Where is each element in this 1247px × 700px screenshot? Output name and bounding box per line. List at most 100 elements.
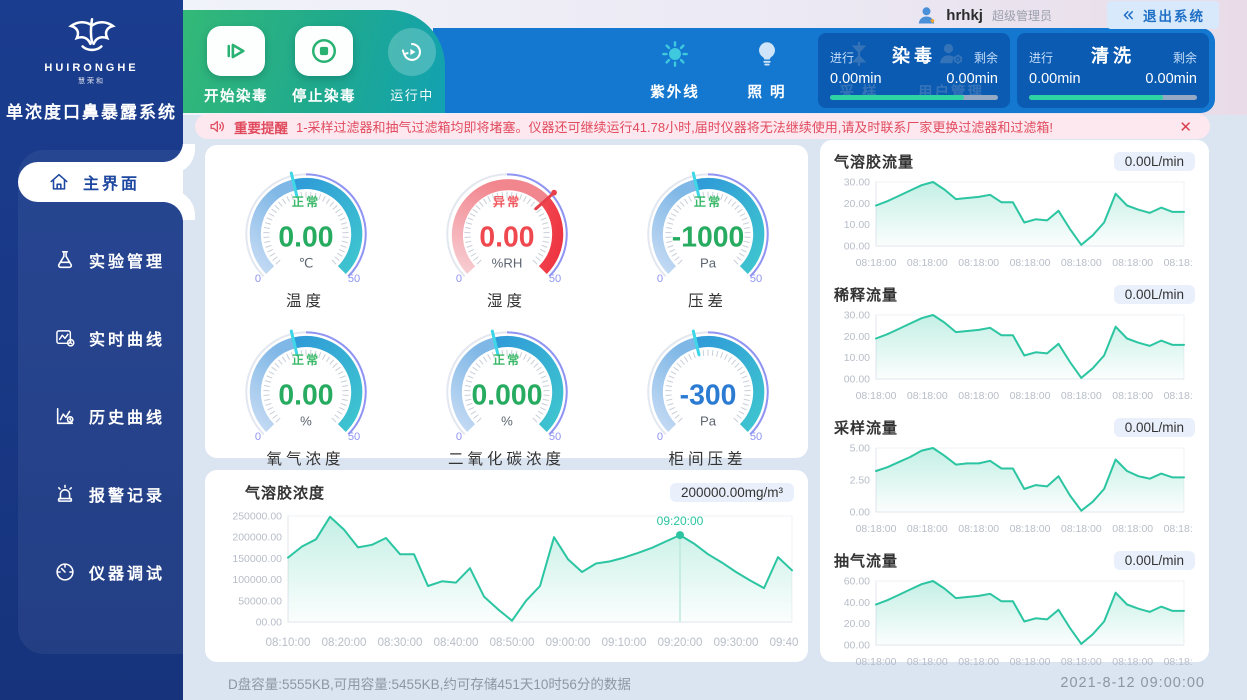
timer-panel-2: 进行清洗剩余0.00min0.00min <box>1017 33 1209 108</box>
gauge-label: 二氧化碳浓度 <box>448 447 565 469</box>
svg-text:正常: 正常 <box>492 352 520 367</box>
sidebar-item-1[interactable]: 主界面 <box>18 162 183 202</box>
svg-text:℃: ℃ <box>298 256 313 271</box>
svg-text:60.00: 60.00 <box>844 576 870 588</box>
svg-text:08:18:00: 08:18:00 <box>1010 257 1051 269</box>
svg-text:2.50: 2.50 <box>850 475 871 487</box>
svg-text:50: 50 <box>548 431 560 443</box>
svg-text:-1000: -1000 <box>671 221 744 253</box>
flow-charts-card: 气溶胶流量 0.00L/min 30.00 20.00 10.00 00.00 08:18:… <box>820 140 1209 662</box>
user-strip: hrhkj 超级管理员 退出系统 <box>183 0 1219 30</box>
svg-text:08:18:00: 08:18:00 <box>1061 257 1102 269</box>
alert-bar: 重要提醒 1-采样过滤器和抽气过滤箱均即将堵塞。仪器还可继续运行41.78小时,… <box>195 114 1210 139</box>
svg-text:40.00: 40.00 <box>844 597 870 609</box>
username: hrhkj <box>946 7 983 24</box>
logout-icon <box>1121 8 1136 23</box>
chart-value-badge: 0.00L/min <box>1114 285 1195 304</box>
svg-text:00.00: 00.00 <box>256 617 282 629</box>
gauge-2: 异常0.00%RH050湿度 <box>406 153 607 311</box>
gauge-4: 正常0.00%050氧气浓度 <box>205 311 406 469</box>
svg-text:%: % <box>300 414 312 429</box>
svg-text:08:18:00: 08:18:00 <box>856 390 897 402</box>
svg-text:08:18:00: 08:18:00 <box>1061 523 1102 535</box>
sidebar-item-6[interactable]: 仪器调试 <box>18 552 183 592</box>
gauge-grid: 正常0.00℃050温度异常0.00%RH050湿度正常-1000Pa050压差… <box>205 145 808 469</box>
logout-button[interactable]: 退出系统 <box>1107 1 1219 29</box>
stop-exposure-button[interactable]: 停止染毒 <box>291 26 357 106</box>
svg-text:09:40:00: 09:40:00 <box>770 637 799 649</box>
content: 正常0.00℃050温度异常0.00%RH050湿度正常-1000Pa050压差… <box>183 140 1247 665</box>
gauge-3: 正常-1000Pa050压差 <box>607 153 808 311</box>
svg-text:50000.00: 50000.00 <box>238 595 282 607</box>
experiment-icon <box>54 249 76 271</box>
svg-text:Pa: Pa <box>699 256 716 271</box>
chart-title: 采样流量 <box>834 417 898 438</box>
svg-text:-300: -300 <box>679 379 736 411</box>
svg-text:08:18:00: 08:18:00 <box>1112 390 1153 402</box>
sidebar-item-label: 主界面 <box>83 170 140 194</box>
svg-text:%: % <box>501 414 513 429</box>
lighting-icon <box>752 39 782 74</box>
svg-text:异常: 异常 <box>492 194 520 209</box>
timer-running-label: 进行 <box>830 49 854 66</box>
timer-running-label: 进行 <box>1029 49 1053 66</box>
flow-chart-list: 气溶胶流量 0.00L/min 30.00 20.00 10.00 00.00 08:18:… <box>834 148 1195 680</box>
svg-text:08:18:00: 08:18:00 <box>1164 257 1192 269</box>
running-icon <box>398 38 426 66</box>
switch-label: 紫外线 <box>650 81 700 102</box>
chart-title: 气溶胶流量 <box>834 151 914 172</box>
svg-text:0.00: 0.00 <box>278 379 333 411</box>
svg-text:50: 50 <box>749 431 761 443</box>
app-title: 单浓度口鼻暴露系统 <box>0 98 183 123</box>
sidebar-item-label: 实验管理 <box>89 248 165 272</box>
sidebar-menu: 主界面实验管理实时曲线历史曲线报警记录仪器调试 <box>18 150 183 592</box>
sidebar-item-2[interactable]: 实验管理 <box>18 240 183 280</box>
switch-1[interactable]: 紫外线 <box>633 39 717 102</box>
function-toolbar: 紫外线照 明采 样用户管理 进行染毒剩余0.00min0.00min进行清洗剩余… <box>433 28 1215 113</box>
timer-title: 染毒 <box>892 42 936 68</box>
start-exposure-button[interactable]: 开始染毒 <box>203 26 269 106</box>
svg-text:正常: 正常 <box>693 194 721 209</box>
flow-chart-1: 气溶胶流量0.00L/min30.0020.0010.0000.0008:18:… <box>834 148 1195 281</box>
svg-text:0: 0 <box>455 273 461 285</box>
svg-text:08:10:00: 08:10:00 <box>266 637 311 649</box>
svg-text:20.00: 20.00 <box>844 331 870 343</box>
datetime: 2021-8-12 09:00:00 <box>1060 675 1205 691</box>
gauge-label: 湿度 <box>487 289 526 311</box>
home-icon <box>48 171 70 193</box>
stop-exposure-label: 停止染毒 <box>292 85 356 106</box>
svg-text:08:18:00: 08:18:00 <box>856 523 897 535</box>
svg-text:08:18:00: 08:18:00 <box>856 257 897 269</box>
svg-text:08:18:00: 08:18:00 <box>958 523 999 535</box>
alert-title: 重要提醒 <box>234 117 288 137</box>
svg-text:0.00: 0.00 <box>278 221 333 253</box>
gauge-5: 正常0.000%050二氧化碳浓度 <box>406 311 607 469</box>
sidebar-item-5[interactable]: 报警记录 <box>18 474 183 514</box>
timer-panel-1: 进行染毒剩余0.00min0.00min <box>818 33 1010 108</box>
sidebar-item-3[interactable]: 实时曲线 <box>18 318 183 358</box>
svg-text:200000.00: 200000.00 <box>232 532 282 544</box>
instrument-debug-icon <box>54 561 76 583</box>
aerosol-concentration-card: 气溶胶浓度 200000.00mg/m³ 250000.00200000.001… <box>205 470 808 662</box>
history-curve-icon <box>54 405 76 427</box>
svg-text:10.00: 10.00 <box>844 219 870 231</box>
svg-text:08:18:00: 08:18:00 <box>1061 390 1102 402</box>
svg-text:00.00: 00.00 <box>844 241 870 253</box>
svg-text:08:40:00: 08:40:00 <box>434 637 479 649</box>
svg-text:0: 0 <box>254 431 260 443</box>
svg-text:08:18:00: 08:18:00 <box>907 390 948 402</box>
chart-title: 稀释流量 <box>834 284 898 305</box>
svg-text:09:10:00: 09:10:00 <box>602 637 647 649</box>
sidebar-item-4[interactable]: 历史曲线 <box>18 396 183 436</box>
close-alert-icon[interactable]: ✕ <box>1175 118 1196 136</box>
svg-text:50: 50 <box>548 273 560 285</box>
svg-text:30.00: 30.00 <box>844 177 870 189</box>
timer-progress <box>1029 95 1197 100</box>
brand-logo-icon <box>57 14 127 60</box>
logout-label: 退出系统 <box>1143 5 1205 25</box>
avatar <box>916 5 937 26</box>
switch-2[interactable]: 照 明 <box>725 39 809 102</box>
gauge-6: -300Pa050柜间压差 <box>607 311 808 469</box>
speaker-icon <box>209 118 226 135</box>
svg-text:0.000: 0.000 <box>471 379 542 411</box>
